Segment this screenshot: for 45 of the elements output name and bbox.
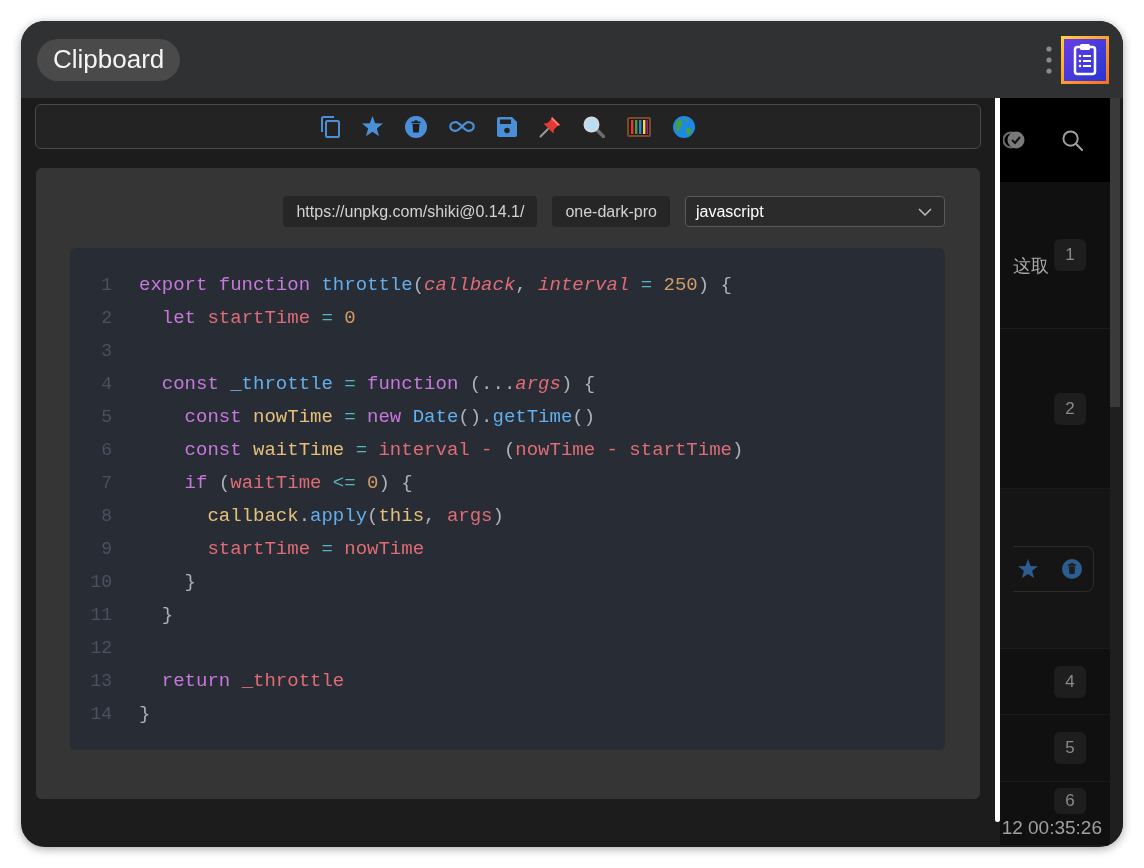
chevron-down-icon [918,207,932,216]
code-line: const nowTime = new Date().getTime() [183,405,596,428]
index-badge: 2 [1054,392,1086,425]
globe-icon[interactable] [673,115,695,138]
history-item[interactable]: 4 [1000,649,1110,715]
code-line: export function throttle(callback, interval = 250) { [139,273,732,296]
scrollbar-thumb[interactable] [1110,98,1120,407]
language-select[interactable]: javascript [685,196,945,227]
code-line: if (waitTime <= 0) { [183,471,413,494]
index-badge: 4 [1054,665,1086,698]
timestamp: 12 00:35:26 [1001,817,1102,839]
item-preview-text: 这取 [1013,255,1049,278]
check-circle-icon[interactable] [1003,130,1025,150]
index-badge: 5 [1054,732,1086,764]
code-line: } [183,570,196,593]
code-line: const _throttle = function (...args) { [160,372,596,395]
code-line: } [160,603,174,626]
index-badge: 6 [1054,788,1086,814]
magnifier-icon[interactable] [583,115,605,138]
history-item[interactable]: 这取 1 [1000,182,1110,329]
code-line: const waitTime = interval - (nowTime - startTime) [183,438,744,461]
index-badge: 1 [1054,239,1086,271]
star-icon[interactable] [1018,558,1038,579]
theme-tag: one-dark-pro [552,196,670,227]
infinity-icon[interactable] [449,120,475,133]
cdn-url-tag: https://unpkg.com/shiki@0.14.1/ [283,196,538,227]
code-line: return _throttle [160,669,345,692]
code-line: startTime = nowTime [206,537,425,560]
copy-icon[interactable] [321,115,340,138]
more-icon[interactable] [1046,45,1052,74]
search-icon[interactable] [1062,129,1083,151]
pushpin-icon[interactable] [539,115,561,138]
history-item[interactable]: 6 12 00:35:26 [1000,782,1110,846]
abacus-icon[interactable] [627,116,651,137]
trash-icon[interactable] [1062,558,1082,579]
code-line: callback.apply(this, args) [206,504,504,527]
save-icon[interactable] [497,116,517,137]
clipboard-icon[interactable] [1061,35,1109,84]
star-icon[interactable] [362,116,383,137]
history-item[interactable]: 2 [1000,329,1110,489]
window-title: Clipboard [37,38,181,81]
history-item[interactable]: 5 [1000,715,1110,782]
code-line: } [139,702,151,725]
code-line: let startTime = 0 [160,306,356,329]
trash-icon[interactable] [405,115,427,138]
